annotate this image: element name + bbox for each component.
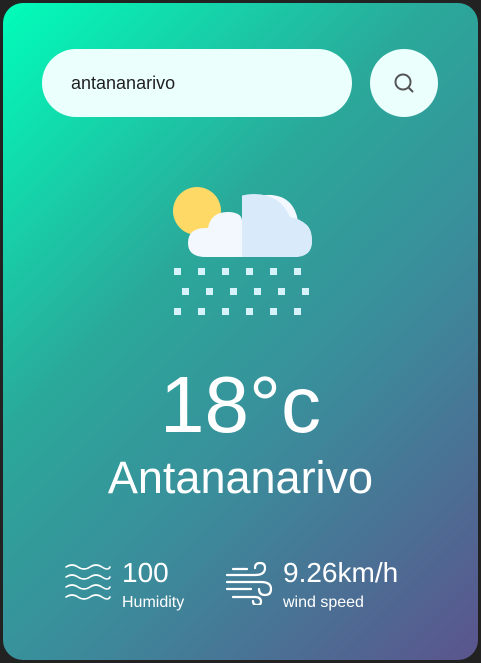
wind-value: 9.26km/h bbox=[283, 557, 399, 588]
weather-card: 18°c Antananarivo 100 Humidity bbox=[3, 3, 478, 660]
humidity-value: 100 bbox=[122, 557, 169, 588]
wind-text: 9.26km/h wind speed bbox=[283, 557, 398, 613]
humidity-waves-icon bbox=[65, 564, 111, 600]
humidity-text: 100 Humidity bbox=[122, 557, 184, 613]
city-name: Antananarivo bbox=[107, 452, 374, 503]
search-icon bbox=[394, 73, 414, 93]
humidity-label: Humidity bbox=[122, 594, 185, 611]
snow-cloud-sun-icon bbox=[173, 187, 312, 315]
search-button[interactable] bbox=[370, 49, 438, 117]
humidity-detail: 100 Humidity bbox=[64, 557, 184, 613]
wind-label: wind speed bbox=[283, 594, 364, 611]
temperature: 18°c bbox=[160, 360, 321, 449]
wind-icon bbox=[225, 561, 273, 605]
search-input[interactable] bbox=[42, 49, 352, 117]
wind-detail: 9.26km/h wind speed bbox=[225, 557, 398, 613]
